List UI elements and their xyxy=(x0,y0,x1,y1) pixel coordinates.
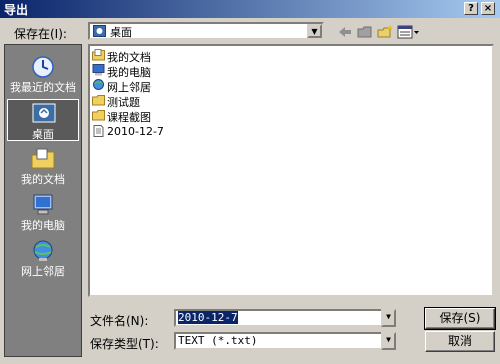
place-my-computer[interactable]: 我的电脑 xyxy=(7,191,79,233)
place-label: 我最近的文档 xyxy=(10,81,76,94)
list-item[interactable]: 我的电脑 xyxy=(92,64,151,79)
location-dropdown-button[interactable]: ▼ xyxy=(307,24,322,38)
desktop-icon xyxy=(32,103,56,123)
folder-icon xyxy=(92,110,105,121)
close-button[interactable]: × xyxy=(481,2,495,15)
place-label: 桌面 xyxy=(32,128,54,141)
export-dialog: 导出 ? × 保存在(I): 桌面 ▼ 我最近的文档 桌面 我的文档 我的电脑 xyxy=(0,0,500,364)
place-label: 网上邻居 xyxy=(21,265,65,278)
place-my-documents[interactable]: 我的文档 xyxy=(7,145,79,187)
text-file-icon xyxy=(93,125,104,137)
list-item[interactable]: 我的文档 xyxy=(92,49,151,64)
network-icon xyxy=(93,79,104,90)
list-item[interactable]: 课程截图 xyxy=(92,109,151,124)
list-item[interactable]: 网上邻居 xyxy=(92,79,151,94)
recent-docs-icon xyxy=(32,56,54,78)
view-menu-icon[interactable] xyxy=(397,24,421,40)
save-button[interactable]: 保存(S) xyxy=(424,307,496,330)
place-desktop[interactable]: 桌面 xyxy=(7,99,79,141)
places-bar: 我最近的文档 桌面 我的文档 我的电脑 网上邻居 xyxy=(4,44,82,357)
list-item[interactable]: 2010-12-7 xyxy=(92,125,164,138)
cancel-button[interactable]: 取消 xyxy=(425,331,495,352)
filename-input[interactable]: 2010-12-7 ▼ xyxy=(174,309,396,327)
file-list[interactable]: 我的文档 我的电脑 网上邻居 测试题 课程截图 2010-12-7 xyxy=(88,44,494,297)
folder-docs-icon xyxy=(92,49,105,61)
filetype-dropdown-button[interactable]: ▼ xyxy=(381,332,396,350)
back-icon[interactable] xyxy=(336,24,354,40)
window-title: 导出 xyxy=(4,3,29,17)
filename-label: 文件名(N): xyxy=(90,314,149,328)
filetype-select[interactable]: TEXT (*.txt) ▼ xyxy=(174,332,396,350)
up-folder-icon[interactable] xyxy=(356,24,374,40)
place-label: 我的电脑 xyxy=(21,219,65,232)
place-label: 我的文档 xyxy=(21,173,65,186)
filetype-label: 保存类型(T): xyxy=(90,337,159,351)
location-value: 桌面 xyxy=(110,26,132,39)
filetype-value: TEXT (*.txt) xyxy=(178,334,258,347)
title-bar[interactable]: 导出 ? × xyxy=(0,0,500,18)
help-button[interactable]: ? xyxy=(464,2,478,15)
my-documents-icon xyxy=(31,148,55,169)
location-label: 保存在(I): xyxy=(14,27,67,41)
place-recent[interactable]: 我最近的文档 xyxy=(7,53,79,95)
computer-icon xyxy=(92,64,105,76)
filename-value: 2010-12-7 xyxy=(178,311,238,324)
network-icon xyxy=(33,240,53,261)
location-select[interactable]: 桌面 ▼ xyxy=(88,22,324,40)
desktop-icon xyxy=(93,25,106,37)
new-folder-icon[interactable] xyxy=(376,24,394,40)
list-item[interactable]: 测试题 xyxy=(92,94,140,109)
folder-icon xyxy=(92,95,105,106)
my-computer-icon xyxy=(33,194,53,215)
place-network[interactable]: 网上邻居 xyxy=(7,237,79,279)
filename-dropdown-button[interactable]: ▼ xyxy=(381,309,396,327)
